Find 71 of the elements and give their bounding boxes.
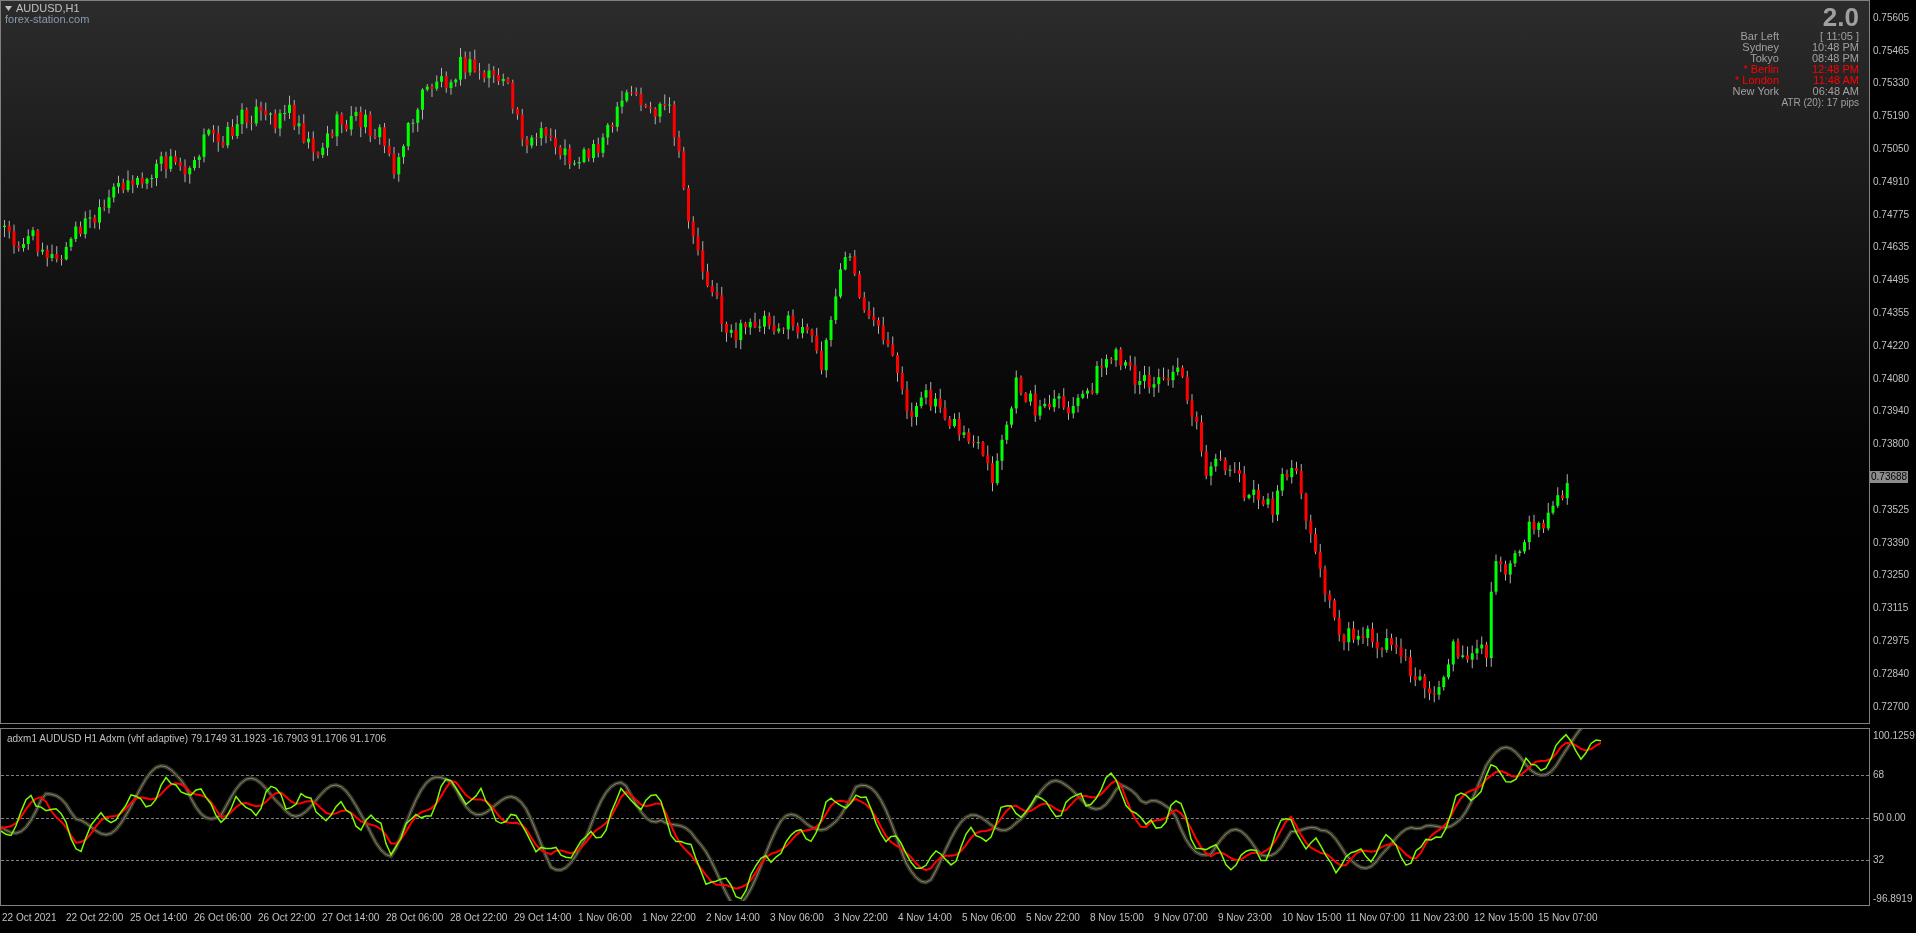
time-label: 22 Oct 22:00 <box>66 911 125 925</box>
time-label: 26 Oct 22:00 <box>258 911 317 925</box>
scale-label: -96.8919 <box>1873 892 1914 906</box>
time-label: 2 Nov 14:00 <box>706 911 761 925</box>
price-label: 0.74220 <box>1872 338 1910 353</box>
price-label: 0.73390 <box>1872 535 1910 550</box>
clock-value: 08:48 PM <box>1810 53 1859 64</box>
clock-value: 10:48 PM <box>1810 42 1859 53</box>
price-label: 0.74355 <box>1872 306 1910 321</box>
price-label: 0.73940 <box>1872 404 1910 419</box>
time-label: 11 Nov 07:00 <box>1346 911 1406 925</box>
clock-label: New York <box>1731 86 1779 97</box>
time-label: 1 Nov 22:00 <box>642 911 697 925</box>
price-label: 0.74635 <box>1872 240 1910 255</box>
price-label: 0.75465 <box>1872 43 1910 58</box>
clock-label: Sydney <box>1741 42 1779 53</box>
time-label: 8 Nov 15:00 <box>1090 911 1145 925</box>
price-label: 0.72975 <box>1872 634 1910 649</box>
dropdown-triangle-icon <box>5 6 12 11</box>
time-label: 5 Nov 06:00 <box>962 911 1017 925</box>
price-label: 0.75605 <box>1872 10 1910 25</box>
price-label: 0.74080 <box>1872 371 1910 386</box>
price-label: 0.72840 <box>1872 666 1910 681</box>
time-label: 28 Oct 22:00 <box>450 911 509 925</box>
time-label: 10 Nov 15:00 <box>1282 911 1343 925</box>
time-label: 12 Nov 15:00 <box>1474 911 1535 925</box>
price-label: 0.73800 <box>1872 437 1910 452</box>
atr-text: ATR (20): 17 pips <box>1781 97 1859 108</box>
time-label: 3 Nov 06:00 <box>770 911 825 925</box>
spread-value: 2.0 <box>1822 3 1859 31</box>
price-label: 0.73250 <box>1872 568 1910 583</box>
time-label: 9 Nov 07:00 <box>1154 911 1209 925</box>
time-label: 26 Oct 06:00 <box>194 911 253 925</box>
clock-value: 11:48 AM <box>1812 75 1859 86</box>
scale-label: 68 <box>1873 768 1886 783</box>
price-label: 0.74775 <box>1872 207 1910 222</box>
scale-label: 100.1259 <box>1873 729 1916 743</box>
time-label: 3 Nov 22:00 <box>834 911 889 925</box>
price-label: 0.74910 <box>1872 174 1910 189</box>
scale-label: 0.00 <box>1886 811 1906 826</box>
current-price-label: 0.73688 <box>1870 470 1909 483</box>
clock-label: Tokyo <box>1750 53 1779 64</box>
price-label: 0.75050 <box>1872 142 1910 157</box>
time-label: 5 Nov 22:00 <box>1026 911 1081 925</box>
price-label: 0.73115 <box>1872 601 1909 616</box>
price-label: 0.73525 <box>1872 502 1910 517</box>
chart-title: AUDUSD,H1 <box>16 3 80 14</box>
watermark-text: forex-station.com <box>5 14 90 25</box>
clock-label: * London <box>1733 75 1779 86</box>
time-label: 4 Nov 14:00 <box>898 911 953 925</box>
indicator-title: adxm1 AUDUSD H1 Adxm (vhf adaptive) 79.1749 31.1923 -16.7903 91.1706 91.1706 <box>7 732 387 746</box>
clock-value: 06:48 AM <box>1811 86 1859 97</box>
time-label: 11 Nov 23:00 <box>1410 911 1470 925</box>
time-label: 29 Oct 14:00 <box>514 911 573 925</box>
scale-label: 50 <box>1873 811 1885 826</box>
time-label: 9 Nov 23:00 <box>1218 911 1273 925</box>
price-label: 0.75330 <box>1872 76 1910 91</box>
time-label: 25 Oct 14:00 <box>130 911 189 925</box>
clock-value: 12:48 PM <box>1810 64 1859 75</box>
clock-value: [ 11:05 ] <box>1819 31 1859 42</box>
scale-label: 32 <box>1873 852 1886 867</box>
time-label: 22 Oct 2021 <box>2 911 58 925</box>
time-label: 1 Nov 06:00 <box>578 911 633 925</box>
price-label: 0.72700 <box>1872 699 1910 714</box>
time-label: 28 Oct 06:00 <box>386 911 445 925</box>
price-label: 0.74495 <box>1872 273 1910 288</box>
clock-label: * Berlin <box>1742 64 1779 75</box>
time-label: 27 Oct 14:00 <box>322 911 381 925</box>
price-label: 0.75190 <box>1872 109 1910 124</box>
time-label: 15 Nov 07:00 <box>1538 911 1599 925</box>
clock-label: Bar Left <box>1739 31 1779 42</box>
